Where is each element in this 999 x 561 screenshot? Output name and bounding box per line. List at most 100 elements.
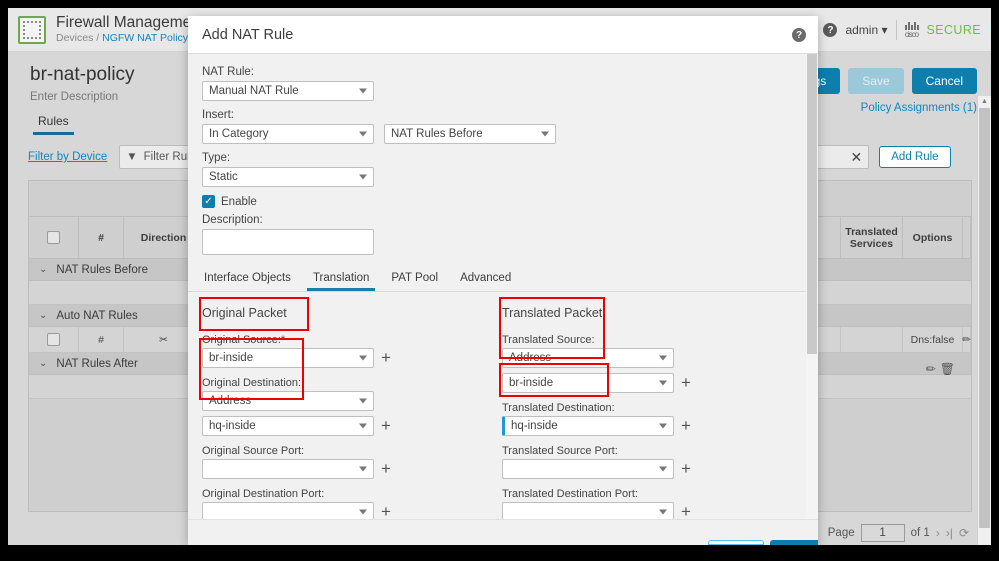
translated-destination-select[interactable]: hq-inside	[502, 416, 674, 436]
dialog-ok-button[interactable]	[770, 540, 818, 545]
tab-translation[interactable]: Translation	[306, 267, 376, 291]
select-all-checkbox[interactable]	[47, 231, 60, 244]
scrollbar-thumb[interactable]	[979, 108, 990, 528]
scrollbar-thumb[interactable]	[807, 54, 817, 354]
policy-assignments-link[interactable]: Policy Assignments (1)	[861, 102, 977, 114]
tab-rules[interactable]: Rules	[33, 114, 74, 135]
page-input[interactable]	[860, 524, 905, 542]
nat-rule-select[interactable]: Manual NAT Rule	[202, 81, 374, 101]
row-number: #	[79, 327, 124, 352]
column-select-all[interactable]	[29, 217, 79, 258]
plus-icon[interactable]: +	[381, 349, 391, 366]
original-destination-type-value: Address	[209, 395, 252, 407]
plus-icon[interactable]: +	[681, 417, 691, 434]
enable-row[interactable]: ✓ Enable	[202, 195, 804, 208]
translated-packet-column: Translated Packet Translated Source: Add…	[502, 306, 802, 531]
admin-menu[interactable]: admin ▾	[845, 23, 887, 37]
translated-source-label: Translated Source:	[502, 334, 595, 346]
pagination: Page of 1 › ›| ⟳	[828, 524, 969, 542]
page-scrollbar[interactable]: ▲ ▼	[977, 96, 991, 545]
translated-source-port-select[interactable]	[502, 459, 674, 479]
translated-destination-field: Translated Destination: hq-inside +	[502, 402, 802, 436]
description-input[interactable]	[202, 229, 374, 255]
type-label: Type:	[202, 152, 231, 164]
filter-by-device-link[interactable]: Filter by Device	[28, 151, 107, 163]
help-circle-icon[interactable]: ?	[792, 28, 806, 42]
pencil-icon[interactable]: ✏	[926, 362, 936, 376]
chevron-down-icon	[359, 88, 367, 94]
nat-rule-label: NAT Rule:	[202, 66, 254, 78]
translated-destination-port-label: Translated Destination Port:	[502, 488, 638, 500]
tab-advanced[interactable]: Advanced	[458, 267, 513, 291]
plus-icon[interactable]: +	[681, 460, 691, 477]
add-nat-rule-dialog: Add NAT Rule ? NAT Rule: Manual NAT Rule…	[188, 16, 818, 545]
original-destination-select[interactable]: hq-inside	[202, 416, 374, 436]
original-source-field: Original Source:* br-inside +	[202, 334, 502, 368]
refresh-icon[interactable]: ⟳	[959, 526, 969, 540]
plus-icon[interactable]: +	[381, 503, 391, 520]
tab-interface-objects[interactable]: Interface Objects	[202, 267, 293, 291]
scroll-up-icon[interactable]: ▲	[981, 98, 988, 105]
translated-source-type-select[interactable]: Address	[502, 348, 674, 368]
fmc-logo-icon	[18, 15, 46, 44]
cancel-button[interactable]: Cancel	[911, 68, 977, 94]
original-source-port-field: Original Source Port: +	[202, 445, 502, 479]
row-checkbox[interactable]	[47, 333, 60, 346]
translated-source-select[interactable]: br-inside	[502, 373, 674, 393]
translated-destination-label: Translated Destination:	[502, 402, 615, 414]
description-label: Description:	[202, 214, 263, 226]
chevron-down-icon	[659, 509, 667, 515]
secure-wordmark: SECURE	[926, 23, 981, 37]
description-field: Description:	[202, 214, 804, 255]
plus-icon[interactable]: +	[381, 417, 391, 434]
page-label: Page	[827, 527, 855, 539]
original-packet-title: Original Packet	[202, 306, 287, 320]
insert-position-select[interactable]: In Category	[202, 124, 374, 144]
close-icon[interactable]: ✕	[851, 149, 863, 166]
group-label: Auto NAT Rules	[56, 309, 138, 322]
chevron-down-icon: ⌄	[39, 264, 48, 275]
trash-icon[interactable]: 🗑	[940, 362, 955, 376]
original-source-port-select[interactable]	[202, 459, 374, 479]
breadcrumb-prefix: Devices /	[56, 32, 100, 44]
original-source-value: br-inside	[209, 352, 254, 364]
insert-category-select[interactable]: NAT Rules Before	[384, 124, 556, 144]
nat-rule-field: NAT Rule: Manual NAT Rule	[202, 66, 804, 101]
funnel-icon: ▼	[126, 151, 138, 163]
plus-icon[interactable]: +	[681, 503, 691, 520]
help-circle-icon[interactable]: ?	[823, 23, 838, 37]
breadcrumb-link[interactable]: NGFW NAT Policy	[102, 32, 188, 44]
original-destination-port-label: Original Destination Port:	[202, 488, 325, 500]
add-rule-button[interactable]: Add Rule	[879, 146, 951, 168]
type-select[interactable]: Static	[202, 167, 374, 187]
insert-category-value: NAT Rules Before	[391, 128, 483, 140]
dialog-scrollbar[interactable]	[806, 54, 818, 519]
column-number: #	[79, 217, 124, 258]
cisco-logo-icon: cisco	[904, 21, 919, 39]
insert-field: Insert: In Category NAT Rules Before	[202, 109, 804, 144]
original-source-select[interactable]: br-inside	[202, 348, 374, 368]
last-page-icon[interactable]: ›|	[946, 526, 953, 540]
tab-pat-pool[interactable]: PAT Pool	[389, 267, 440, 291]
chevron-down-icon	[359, 398, 367, 404]
plus-icon[interactable]: +	[681, 374, 691, 391]
pencil-icon[interactable]: ✏	[962, 334, 971, 346]
chevron-down-icon	[359, 131, 367, 137]
original-destination-type-select[interactable]: Address	[202, 391, 374, 411]
nat-rule-value: Manual NAT Rule	[209, 85, 299, 97]
original-destination-label: Original Destination:	[202, 377, 302, 389]
chevron-right-icon[interactable]: ›	[936, 526, 940, 540]
translated-packet-title: Translated Packet	[502, 306, 603, 320]
type-value: Static	[209, 171, 238, 183]
insert-label: Insert:	[202, 109, 234, 121]
chevron-down-icon	[359, 466, 367, 472]
chevron-down-icon	[359, 355, 367, 361]
plus-icon[interactable]: +	[381, 460, 391, 477]
chevron-down-icon	[359, 423, 367, 429]
translated-source-port-field: Translated Source Port: +	[502, 445, 802, 479]
policy-description[interactable]: Enter Description	[30, 91, 118, 103]
save-button[interactable]: Save	[848, 68, 904, 94]
enable-checkbox[interactable]: ✓	[202, 195, 215, 208]
chevron-down-icon	[359, 174, 367, 180]
dialog-cancel-button[interactable]	[708, 540, 764, 545]
